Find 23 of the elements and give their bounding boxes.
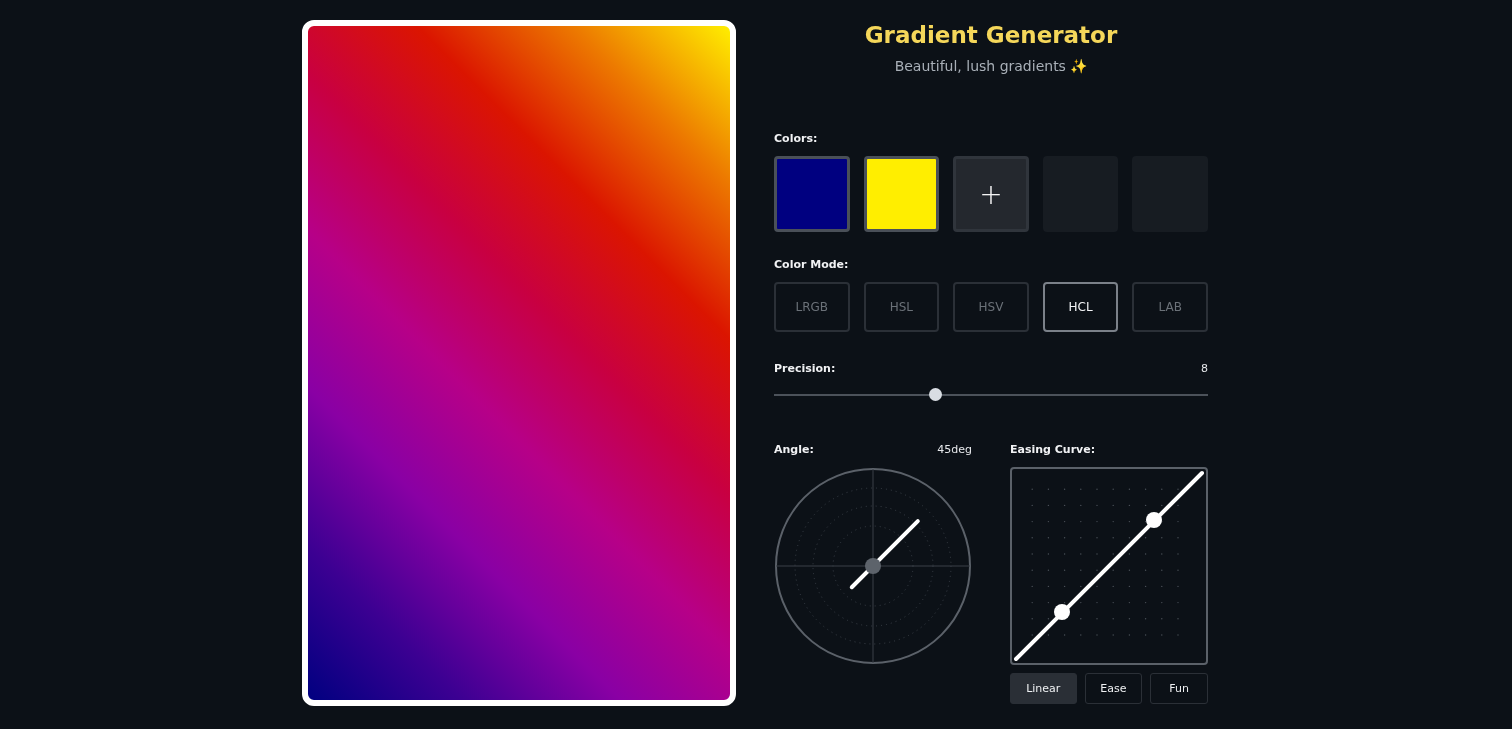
color-mode-button[interactable]: HSL: [863, 282, 940, 332]
easing-preset-button[interactable]: Fun: [1150, 673, 1208, 704]
color-mode-button[interactable]: LAB: [1132, 282, 1208, 332]
easing-preset-button[interactable]: Ease: [1084, 673, 1143, 704]
app-title: Gradient Generator: [863, 22, 1119, 48]
precision-value: 8: [1201, 362, 1208, 375]
colors-label: Colors:: [774, 132, 819, 145]
easing-curve-editor[interactable]: [1010, 467, 1208, 665]
color-mode-button[interactable]: HCL: [1042, 282, 1119, 332]
easing-preset-button[interactable]: Linear: [1010, 673, 1077, 704]
easing-curve-label: Easing Curve:: [1010, 443, 1097, 456]
angle-value: 45deg: [937, 443, 972, 456]
precision-label: Precision:: [774, 362, 836, 375]
color-mode-button[interactable]: HSV: [953, 282, 1029, 332]
color-mode-button[interactable]: LRGB: [774, 282, 850, 332]
angle-dial[interactable]: [774, 467, 972, 665]
angle-label: Angle:: [774, 443, 814, 456]
color-swatch[interactable]: [774, 156, 850, 232]
slider-thumb[interactable]: [928, 388, 942, 401]
color-swatch[interactable]: [863, 156, 940, 232]
color-mode-label: Color Mode:: [774, 258, 850, 271]
add-color-button[interactable]: +: [953, 156, 1029, 232]
subtitle: Beautiful, lush gradients ✨: [893, 58, 1089, 74]
